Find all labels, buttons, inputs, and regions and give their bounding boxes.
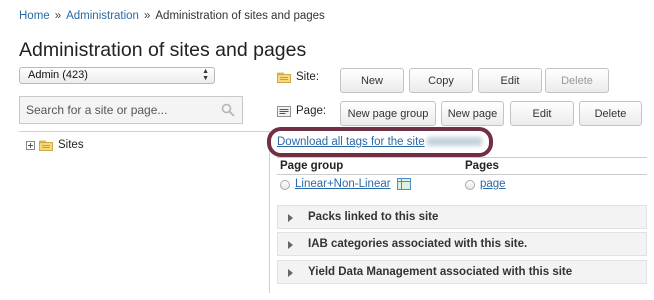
delete-page-button[interactable]: Delete — [579, 101, 642, 126]
page-icon — [277, 105, 291, 117]
updown-arrows-icon: ▲ ▼ — [202, 68, 209, 82]
chevron-right-icon — [288, 214, 293, 222]
edit-page-button[interactable]: Edit — [510, 101, 574, 126]
iab-categories-section-header[interactable]: IAB categories associated with this site… — [277, 232, 647, 256]
section-label: IAB categories associated with this site… — [308, 238, 528, 250]
tree-node-sites[interactable]: Sites — [26, 139, 84, 151]
folder-icon — [39, 140, 53, 151]
breadcrumb-separator: » — [54, 10, 62, 22]
section-label: Yield Data Management associated with th… — [308, 266, 573, 278]
table-row: Linear+Non-Linear page — [277, 175, 647, 195]
site-tree-panel: Sites — [19, 131, 270, 293]
page-group-link[interactable]: Linear+Non-Linear — [295, 178, 391, 190]
search-input[interactable]: Search for a site or page... — [19, 96, 243, 124]
plus-square-icon[interactable] — [26, 140, 35, 150]
account-select-value: Admin (423) — [28, 69, 88, 81]
yield-data-section-header[interactable]: Yield Data Management associated with th… — [277, 260, 647, 284]
new-page-group-button[interactable]: New page group — [340, 101, 436, 126]
new-site-button[interactable]: New — [340, 68, 404, 93]
download-all-tags-link[interactable]: Download all tags for the site — [277, 136, 482, 148]
new-page-button[interactable]: New page — [441, 101, 504, 126]
page-group-radio[interactable] — [280, 180, 290, 190]
page-link[interactable]: page — [480, 178, 506, 190]
page-row-label: Page: — [277, 105, 326, 117]
breadcrumb-administration-link[interactable]: Administration — [66, 10, 139, 22]
pages-table-header: Page group Pages — [277, 157, 647, 175]
redacted-site-name — [426, 137, 482, 147]
account-select[interactable]: Admin (423) ▲ ▼ — [19, 67, 215, 84]
copy-site-button[interactable]: Copy — [409, 68, 473, 93]
section-label: Packs linked to this site — [308, 211, 439, 223]
tree-node-label: Sites — [58, 139, 84, 151]
download-link-label: Download all tags for the site — [277, 136, 425, 148]
site-row-label: Site: — [277, 71, 319, 83]
search-placeholder: Search for a site or page... — [26, 103, 168, 117]
site-label: Site: — [296, 71, 320, 83]
packs-section-header[interactable]: Packs linked to this site — [277, 205, 647, 229]
page-title: Administration of sites and pages — [19, 39, 307, 61]
magnifier-icon — [221, 103, 235, 117]
chevron-right-icon — [288, 241, 293, 249]
column-header-pages: Pages — [465, 160, 499, 172]
column-header-page-group: Page group — [280, 160, 344, 172]
site-folder-icon — [277, 72, 291, 83]
breadcrumb-current: Administration of sites and pages — [155, 10, 325, 22]
page-radio[interactable] — [465, 180, 475, 190]
breadcrumb: Home » Administration » Administration of si… — [19, 10, 325, 22]
delete-site-button[interactable]: Delete — [545, 68, 609, 93]
chevron-right-icon — [288, 269, 293, 277]
table-grid-icon[interactable] — [397, 178, 411, 190]
breadcrumb-separator: » — [143, 10, 151, 22]
edit-site-button[interactable]: Edit — [478, 68, 542, 93]
breadcrumb-home-link[interactable]: Home — [19, 10, 50, 22]
page-label: Page: — [296, 105, 327, 117]
